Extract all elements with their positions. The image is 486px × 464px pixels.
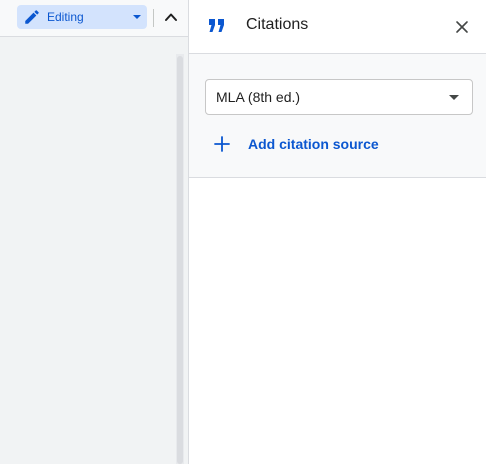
format-quote-icon: [209, 19, 224, 32]
editing-mode-label: Editing: [47, 10, 84, 24]
document-area: Editing: [0, 0, 188, 464]
panel-title: Citations: [246, 16, 309, 33]
citation-style-select[interactable]: MLA (8th ed.): [205, 79, 473, 115]
citation-style-value: MLA (8th ed.): [216, 89, 301, 105]
close-panel-button[interactable]: [451, 16, 473, 38]
hide-menus-button[interactable]: [160, 6, 182, 28]
close-icon: [456, 21, 468, 33]
add-citation-source-button[interactable]: Add citation source: [213, 132, 379, 156]
scrollbar-thumb[interactable]: [177, 56, 183, 464]
plus-icon: [214, 136, 230, 152]
citations-controls: MLA (8th ed.) Add citation source: [189, 54, 486, 178]
editor-toolbar: Editing: [0, 0, 188, 36]
arrow-drop-down-icon: [449, 95, 459, 100]
citations-panel-header: Citations: [189, 0, 486, 54]
chevron-up-icon: [165, 13, 177, 21]
chevron-down-icon: [133, 15, 141, 19]
pencil-icon: [25, 10, 39, 24]
citations-panel: Citations MLA (8th ed.) Add citation sou…: [188, 0, 486, 464]
toolbar-separator: [153, 9, 154, 27]
add-citation-source-label: Add citation source: [248, 136, 379, 152]
editing-mode-button[interactable]: Editing: [17, 5, 147, 29]
document-canvas[interactable]: [0, 37, 188, 464]
